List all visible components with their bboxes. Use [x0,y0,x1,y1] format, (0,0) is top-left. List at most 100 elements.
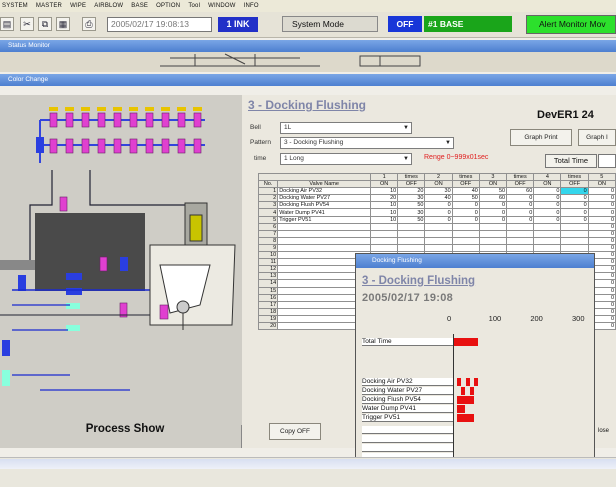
menu-info[interactable]: INFO [244,3,259,9]
menu-wipe[interactable]: WIPE [70,3,86,9]
timing-cell[interactable]: 0 [424,201,453,210]
timing-cell[interactable] [478,222,508,231]
timing-cell[interactable]: 40 [424,194,453,203]
menu-base[interactable]: BASE [131,3,148,9]
timing-cell[interactable]: 0 [560,187,589,196]
timing-cell[interactable] [560,236,589,245]
timing-cell[interactable]: 40 [451,187,480,196]
timing-cell[interactable]: 0 [587,215,616,224]
timing-cell[interactable] [533,222,562,231]
menu-tool[interactable]: Tool [188,3,200,9]
timing-cell[interactable]: 0 [587,236,616,245]
timing-cell[interactable]: 0 [533,201,562,210]
valve-name-cell[interactable] [277,222,372,231]
timing-cell[interactable]: 50 [478,187,508,196]
timing-cell[interactable]: 0 [560,194,589,203]
timing-cell[interactable]: 50 [451,194,480,203]
menu-master[interactable]: MASTER [36,3,62,9]
alert-monitor-button[interactable]: Alert Monitor Mov [526,15,616,34]
timing-cell[interactable]: 0 [424,208,453,217]
timing-cell[interactable]: 30 [424,187,453,196]
timing-cell[interactable] [424,236,453,245]
timing-cell[interactable] [397,229,426,238]
timing-cell[interactable] [451,222,480,231]
table-row[interactable]: 90 [257,243,616,253]
timing-cell[interactable]: 0 [533,215,562,224]
timing-cell[interactable]: 10 [370,208,399,217]
copy-off-button[interactable]: Copy OFF [269,423,321,440]
timing-cell[interactable]: 0 [587,201,616,210]
time-select[interactable]: 1 Long ▼ [280,153,412,165]
timing-cell[interactable]: 0 [506,201,535,210]
timing-cell[interactable]: 0 [587,222,616,231]
valve-name-cell[interactable] [277,243,372,253]
valve-name-cell[interactable] [277,229,372,238]
table-row[interactable]: 3 Docking Flush PV54 10 50 0 0 0 0 0 0 0 [257,201,616,210]
timing-cell[interactable] [397,243,426,253]
timing-cell[interactable] [451,229,480,238]
timing-cell[interactable] [397,222,426,231]
menu-window[interactable]: WINDOW [208,3,236,9]
cut-icon[interactable]: ✂ [20,17,34,31]
timing-cell[interactable] [397,236,426,245]
valve-name-cell[interactable]: Docking Flush PV54 [277,201,372,210]
timing-cell[interactable]: 0 [560,215,589,224]
table-row[interactable]: 60 [257,222,616,231]
status-monitor-titlebar[interactable]: Status Monitor [0,40,616,52]
timing-cell[interactable]: 0 [587,229,616,238]
timing-cell[interactable] [506,243,535,253]
timing-cell[interactable] [533,243,562,253]
timing-cell[interactable]: 10 [370,187,399,196]
timing-cell[interactable]: 0 [533,194,562,203]
timing-cell[interactable] [533,236,562,245]
timing-cell[interactable]: 30 [397,208,426,217]
timing-cell[interactable] [370,229,399,238]
timing-cell[interactable]: 60 [478,194,508,203]
timing-cell[interactable] [424,222,453,231]
table-row[interactable]: 80 [257,236,616,245]
timing-cell[interactable]: 0 [587,187,616,196]
timing-cell[interactable]: 50 [397,215,426,224]
timing-cell[interactable]: 0 [506,215,535,224]
table-row[interactable]: 70 [257,229,616,238]
timing-cell[interactable] [506,236,535,245]
pattern-select[interactable]: 3 - Docking Flushing ▼ [280,137,454,149]
timing-cell[interactable]: 20 [397,187,426,196]
copy-icon[interactable]: ⧉ [38,17,52,31]
timing-cell[interactable]: 0 [478,201,508,210]
valve-name-cell[interactable]: Docking Water PV27 [277,194,372,203]
timing-cell[interactable]: 0 [424,215,453,224]
timing-cell[interactable]: 0 [451,201,480,210]
save-icon[interactable]: ▤ [0,17,14,31]
valve-name-cell[interactable]: Docking Air PV32 [277,187,372,196]
timing-cell[interactable] [370,222,399,231]
color-change-titlebar[interactable]: Color Change [0,74,616,86]
timing-cell[interactable] [506,229,535,238]
timing-cell[interactable] [478,243,508,253]
graph-button[interactable]: Graph I [578,129,616,146]
scroll-strip[interactable] [0,459,616,469]
timing-cell[interactable]: 60 [506,187,535,196]
timing-cell[interactable]: 0 [451,215,480,224]
timing-cell[interactable] [370,243,399,253]
process-show-button[interactable]: Process Show [40,423,210,435]
timing-cell[interactable]: 0 [587,243,616,253]
timing-cell[interactable]: 0 [478,215,508,224]
timing-cell[interactable] [451,236,480,245]
timing-cell[interactable] [506,222,535,231]
timing-cell[interactable]: 30 [397,194,426,203]
table-row[interactable]: 1 Docking Air PV32 10 20 30 40 50 60 0 0 0 [257,187,616,196]
timing-cell[interactable]: 10 [370,201,399,210]
valve-name-cell[interactable]: Water Dump PV41 [277,208,372,217]
timing-cell[interactable]: 0 [560,201,589,210]
timing-cell[interactable] [451,243,480,253]
timing-cell[interactable] [560,243,589,253]
menu-airblow[interactable]: AIRBLOW [94,3,123,9]
timing-cell[interactable] [370,236,399,245]
timing-cell[interactable] [478,236,508,245]
timing-cell[interactable] [424,243,453,253]
timing-cell[interactable]: 0 [560,208,589,217]
timing-cell[interactable]: 0 [451,208,480,217]
menu-option[interactable]: OPTION [156,3,180,9]
valve-name-cell[interactable] [277,236,372,245]
